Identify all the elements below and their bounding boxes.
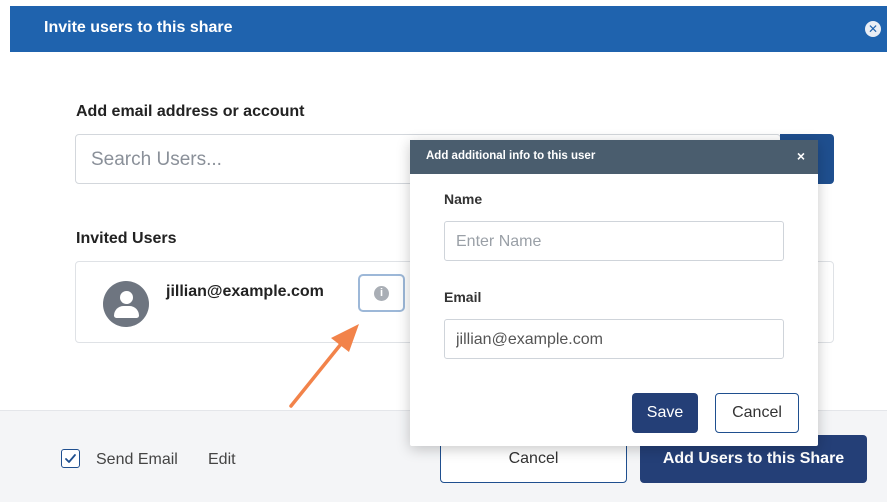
- user-info-popup: Add additional info to this user × Name …: [410, 140, 818, 446]
- popup-header: Add additional info to this user ×: [410, 140, 818, 174]
- invited-users-label: Invited Users: [76, 230, 177, 247]
- close-icon[interactable]: ✕: [865, 21, 881, 37]
- email-input[interactable]: [456, 330, 756, 350]
- modal-title: Invite users to this share: [44, 19, 233, 36]
- send-email-label[interactable]: Send Email: [96, 451, 178, 469]
- popup-cancel-button[interactable]: Cancel: [715, 393, 799, 433]
- add-email-label: Add email address or account: [76, 103, 305, 120]
- popup-title: Add additional info to this user: [426, 150, 596, 162]
- email-label: Email: [444, 289, 482, 305]
- name-input[interactable]: [456, 232, 756, 252]
- name-label: Name: [444, 191, 483, 207]
- popup-close-icon[interactable]: ×: [797, 148, 805, 164]
- annotation-arrow-icon: [289, 324, 359, 408]
- user-avatar-icon: [103, 281, 149, 327]
- checkmark-icon: [65, 454, 76, 463]
- modal-header: Invite users to this share ✕: [10, 6, 887, 52]
- edit-link[interactable]: Edit: [208, 451, 236, 469]
- email-field[interactable]: [444, 319, 784, 359]
- user-info-button[interactable]: i: [358, 274, 405, 312]
- info-icon: i: [374, 286, 389, 301]
- send-email-checkbox[interactable]: [61, 449, 80, 468]
- invited-user-email: jillian@example.com: [166, 283, 324, 300]
- name-field[interactable]: [444, 221, 784, 261]
- search-input[interactable]: [91, 147, 411, 173]
- save-button[interactable]: Save: [632, 393, 698, 433]
